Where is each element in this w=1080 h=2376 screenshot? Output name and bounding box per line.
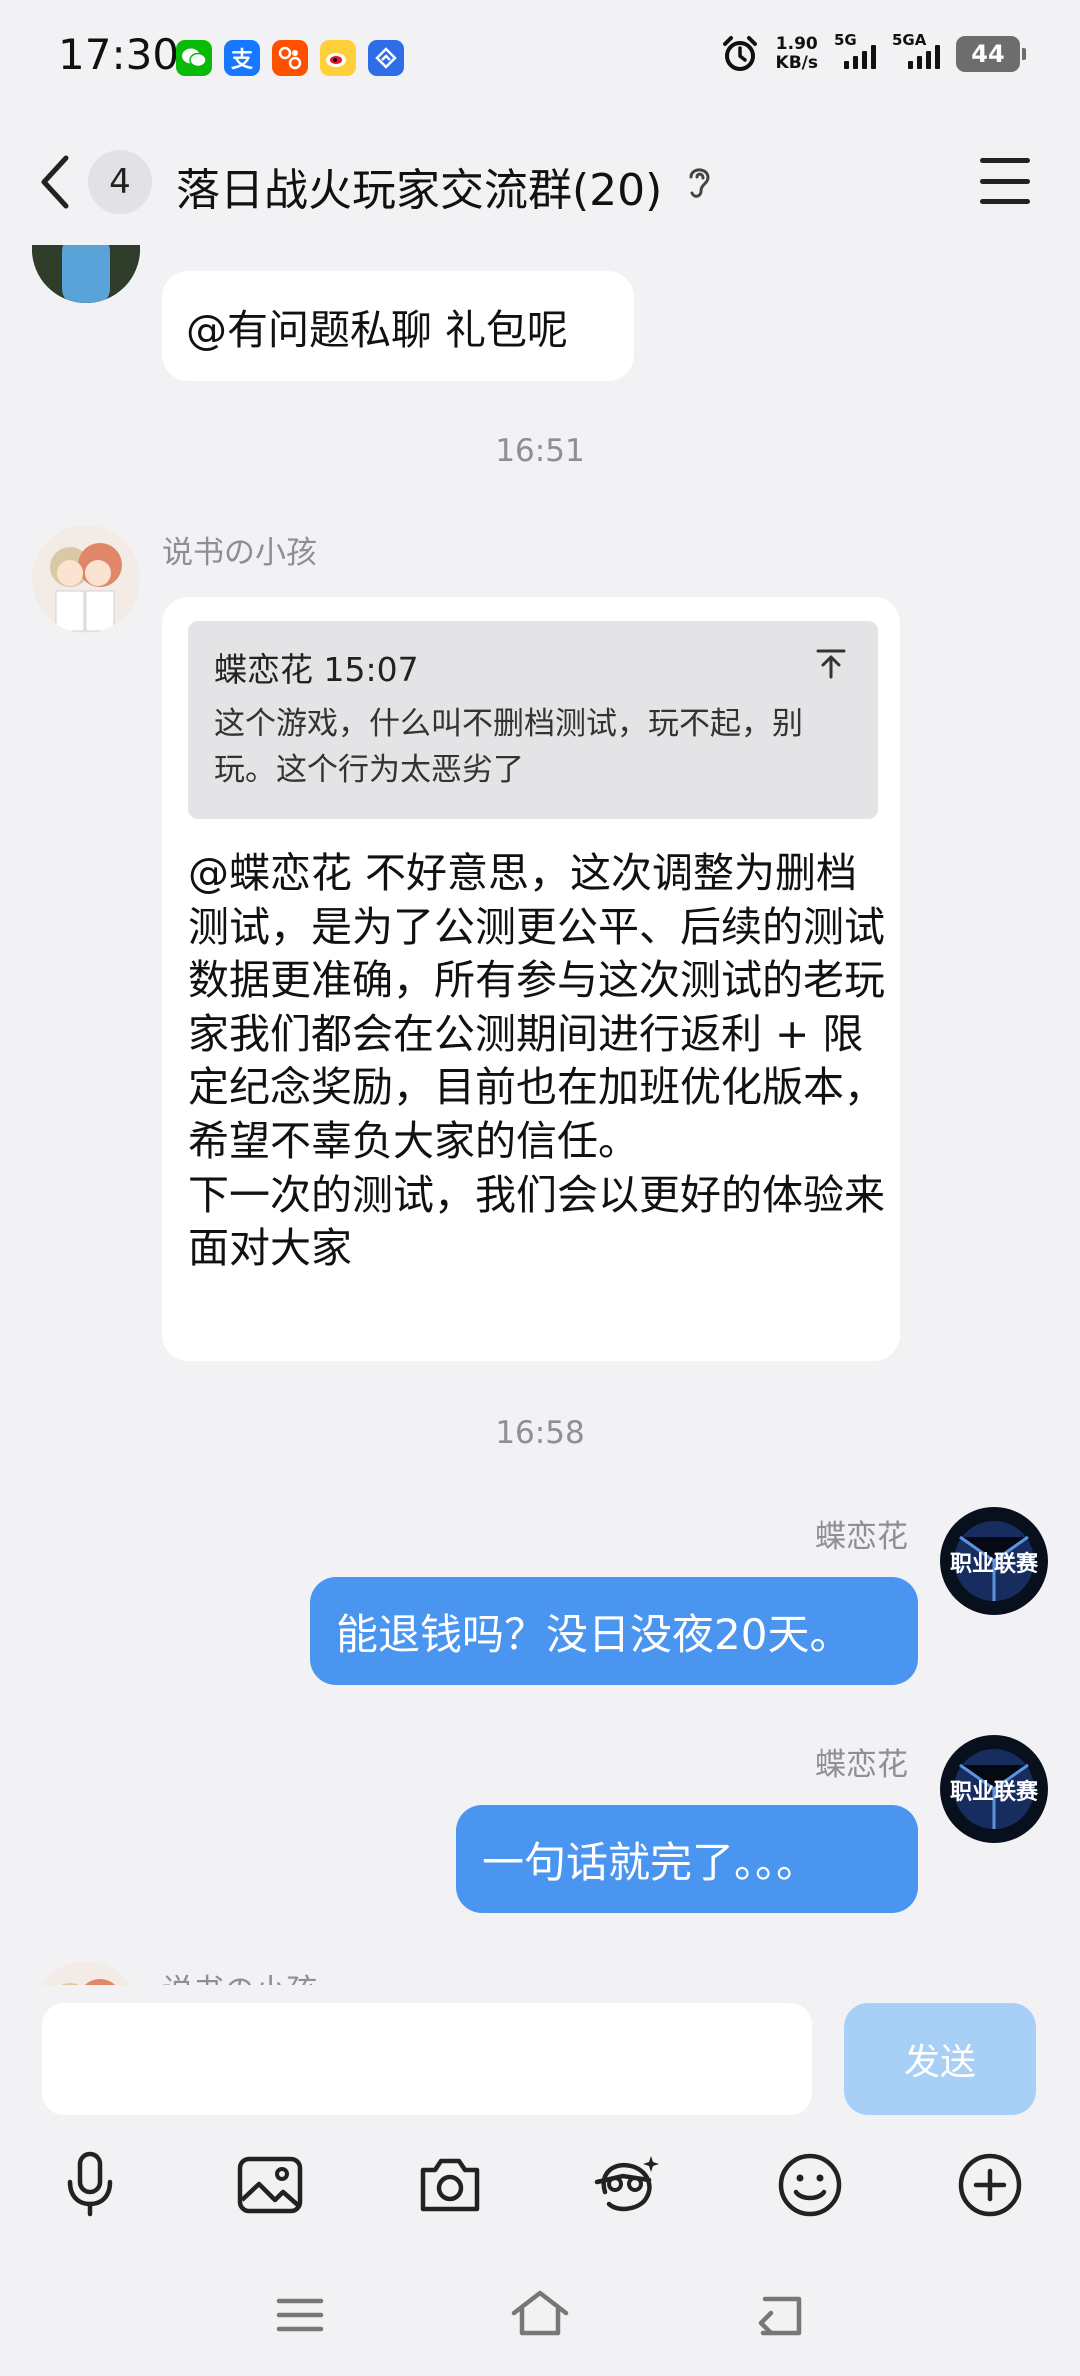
chat-screen: 17:30 支 1.90 KB/s 5G 5GA 44 4 落日战火玩家交流群(… — [0, 0, 1080, 2376]
wechat-icon — [176, 40, 212, 76]
alarm-icon — [722, 36, 757, 71]
home-icon[interactable] — [505, 2283, 575, 2343]
message-list[interactable]: @有问题私聊 礼包呢 16:51 说书の小孩 蝶恋花 15:07 这个游戏，什么… — [0, 245, 1080, 1985]
signal-sim1-icon: 5G — [834, 31, 876, 69]
sender-name: 说书の小孩 — [162, 535, 317, 571]
message-bubble[interactable]: 蝶恋花 15:07 这个游戏，什么叫不删档测试，玩不起，别玩。这个行为太恶劣了 … — [162, 597, 900, 1361]
avatar[interactable] — [32, 525, 140, 633]
composer-toolbar — [0, 2145, 1080, 2245]
status-time: 17:30 — [58, 30, 180, 79]
back-icon[interactable] — [745, 2285, 815, 2345]
message-bubble[interactable]: @有问题私聊 礼包呢 — [162, 271, 634, 381]
send-button[interactable]: 发送 — [844, 2003, 1036, 2115]
timestamp: 16:51 — [495, 433, 585, 469]
signal-sim2-icon: 5GA — [892, 31, 940, 69]
sender-name: 蝶恋花 — [815, 1747, 908, 1783]
menu-icon[interactable] — [265, 2285, 335, 2345]
notification-icons: 支 — [176, 40, 404, 76]
unread-count-badge[interactable]: 4 — [88, 150, 152, 214]
app-store-icon — [368, 40, 404, 76]
sender-name: 蝶恋花 — [815, 1519, 908, 1555]
back-arrow-icon[interactable] — [30, 150, 80, 214]
status-indicators: 1.90 KB/s 5G 5GA 44 — [720, 31, 1026, 74]
status-bar: 17:30 支 1.90 KB/s 5G 5GA 44 — [0, 0, 1080, 120]
avatar[interactable] — [32, 245, 140, 303]
chat-header: 4 落日战火玩家交流群(20) — [0, 120, 1080, 245]
message-bubble-outgoing[interactable]: 一句话就完了。。。 — [456, 1805, 918, 1913]
composer: 发送 — [0, 1985, 1080, 2376]
net-speed: 1.90 KB/s — [775, 34, 818, 73]
quote-sender-time: 蝶恋花 15:07 — [214, 650, 419, 689]
plus-icon[interactable] — [950, 2145, 1030, 2225]
sticker-face-icon[interactable] — [588, 2145, 668, 2225]
battery-icon: 44 — [956, 36, 1026, 72]
weibo-icon — [320, 40, 356, 76]
quoted-message[interactable]: 蝶恋花 15:07 这个游戏，什么叫不删档测试，玩不起，别玩。这个行为太恶劣了 — [188, 621, 878, 819]
svg-text:职业联赛: 职业联赛 — [950, 1779, 1039, 1805]
menu-button[interactable] — [980, 158, 1030, 204]
emoji-icon[interactable] — [770, 2145, 850, 2225]
quote-text: 这个游戏，什么叫不删档测试，玩不起，别玩。这个行为太恶劣了 — [214, 706, 803, 788]
avatar[interactable]: 职业联赛 — [940, 1735, 1048, 1843]
message-text: @蝶恋花 不好意思，这次调整为删档测试，是为了公测更公平、后续的测试数据更准确，… — [188, 849, 885, 1273]
alipay-icon: 支 — [224, 40, 260, 76]
timestamp: 16:58 — [495, 1415, 585, 1451]
microphone-icon[interactable] — [50, 2145, 130, 2225]
taobao-icon — [272, 40, 308, 76]
svg-text:职业联赛: 职业联赛 — [950, 1551, 1039, 1577]
image-icon[interactable] — [230, 2145, 310, 2225]
ear-icon[interactable] — [682, 162, 716, 202]
avatar[interactable]: 职业联赛 — [940, 1507, 1048, 1615]
message-input[interactable] — [42, 2003, 812, 2115]
avatar[interactable] — [32, 1961, 140, 1985]
camera-icon[interactable] — [410, 2145, 490, 2225]
sender-name: 说书の小孩 — [162, 1965, 317, 1985]
jump-to-quote-icon[interactable] — [814, 647, 848, 681]
chat-title[interactable]: 落日战火玩家交流群(20) — [176, 154, 662, 218]
message-bubble-outgoing[interactable]: 能退钱吗？没日没夜20天。 — [310, 1577, 918, 1685]
